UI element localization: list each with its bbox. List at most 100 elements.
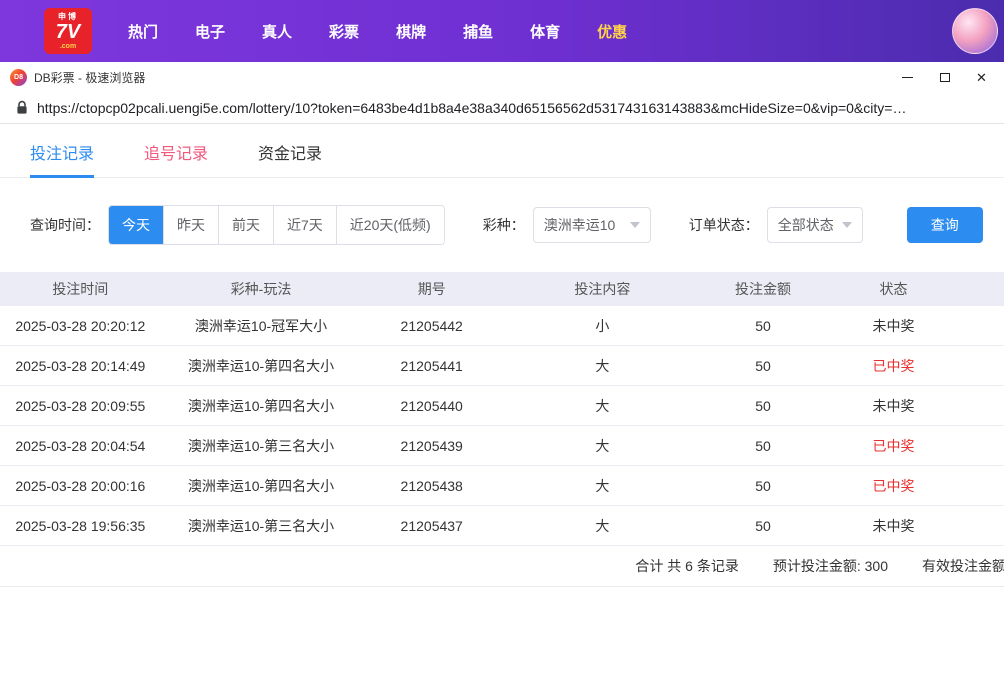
bet-content-cell: 小: [595, 317, 610, 334]
game-play-cell: 澳洲幸运10-冠军大小: [194, 317, 328, 334]
address-bar[interactable]: https://ctopcp02pcali.uengi5e.com/lotter…: [0, 92, 1004, 124]
window-controls: ✕: [889, 62, 1000, 92]
time-option-today[interactable]: 今天: [109, 206, 163, 244]
nav-item-slots[interactable]: 电子: [195, 21, 225, 42]
nav-item-promo[interactable]: 优惠: [597, 21, 627, 42]
window-title: DB彩票 - 极速浏览器: [34, 70, 146, 85]
time-option-last20days[interactable]: 近20天(低频): [335, 206, 444, 244]
chevron-down-icon: [841, 222, 852, 228]
issue-cell: 21205440: [400, 397, 463, 414]
filter-bar: 查询时间： 今天 昨天 前天 近7天 近20天(低频) 彩种： 澳洲幸运10 订…: [30, 205, 1004, 245]
summary-valid: 有效投注金额: [922, 558, 1004, 574]
table-row: 2025-03-28 20:09:55 澳洲幸运10-第四名大小 2120544…: [0, 386, 1004, 426]
col-bet-time: 投注时间: [52, 281, 109, 297]
status-cell: 已中奖: [872, 357, 915, 374]
query-button[interactable]: 查询: [906, 207, 983, 243]
lottery-select-value: 澳洲幸运10: [543, 217, 616, 233]
site-topbar: 申博 7V .com 热门 电子 真人 彩票 棋牌 捕鱼 体育 优惠: [0, 0, 1004, 62]
bet-amount-cell: 50: [755, 317, 771, 334]
table-header: 投注时间 彩种-玩法 期号 投注内容 投注金额 状态: [0, 272, 1004, 306]
game-play-cell: 澳洲幸运10-第四名大小: [187, 397, 335, 414]
record-tabs: 投注记录 追号记录 资金记录: [0, 124, 1004, 178]
summary-expected: 预计投注金额: 300: [772, 558, 888, 574]
chevron-down-icon: [629, 222, 640, 228]
maximize-button[interactable]: [926, 62, 963, 92]
col-bet-amount: 投注金额: [735, 281, 791, 297]
bet-amount-cell: 50: [755, 437, 771, 454]
table-row: 2025-03-28 20:04:54 澳洲幸运10-第三名大小 2120543…: [0, 426, 1004, 466]
col-status: 状态: [879, 281, 908, 297]
table-row: 2025-03-28 20:20:12 澳洲幸运10-冠军大小 21205442…: [0, 306, 1004, 346]
bet-amount-cell: 50: [755, 477, 771, 494]
lottery-select[interactable]: 澳洲幸运10: [532, 207, 651, 243]
nav-item-live[interactable]: 真人: [262, 21, 292, 42]
table-row: 2025-03-28 20:14:49 澳洲幸运10-第四名大小 2120544…: [0, 346, 1004, 386]
issue-cell: 21205437: [400, 517, 463, 534]
bet-records-table: 投注时间 彩种-玩法 期号 投注内容 投注金额 状态 2025-03-28 20…: [0, 272, 1004, 587]
order-status-select[interactable]: 全部状态: [766, 207, 863, 243]
minimize-button[interactable]: [889, 62, 926, 92]
window-titlebar: D8 DB彩票 - 极速浏览器 ✕: [0, 62, 1004, 92]
issue-cell: 21205439: [400, 437, 463, 454]
nav-item-cards[interactable]: 棋牌: [396, 21, 426, 42]
avatar[interactable]: [952, 8, 998, 54]
nav-item-lottery[interactable]: 彩票: [329, 21, 359, 42]
tab-chase-records[interactable]: 追号记录: [144, 140, 208, 177]
logo-brand-top: 申博: [58, 11, 78, 21]
site-nav: 热门 电子 真人 彩票 棋牌 捕鱼 体育 优惠: [128, 21, 627, 42]
bet-amount-cell: 50: [755, 517, 771, 534]
site-logo[interactable]: 申博 7V .com: [44, 8, 92, 54]
nav-item-sports[interactable]: 体育: [530, 21, 560, 42]
summary-total: 合计 共 6 条记录: [635, 558, 739, 574]
bet-time-cell: 2025-03-28 20:09:55: [15, 397, 146, 414]
bet-time-cell: 2025-03-28 20:00:16: [15, 477, 146, 494]
maximize-icon: [939, 72, 950, 82]
bet-content-cell: 大: [595, 397, 610, 414]
status-cell: 未中奖: [872, 517, 915, 534]
status-cell: 已中奖: [872, 437, 915, 454]
col-bet-content: 投注内容: [574, 281, 631, 297]
status-cell: 未中奖: [872, 317, 915, 334]
status-cell: 未中奖: [872, 397, 915, 414]
bet-amount-cell: 50: [755, 357, 771, 374]
game-play-cell: 澳洲幸运10-第三名大小: [187, 437, 335, 454]
time-filter-group: 今天 昨天 前天 近7天 近20天(低频): [108, 205, 445, 245]
table-row: 2025-03-28 20:00:16 澳洲幸运10-第四名大小 2120543…: [0, 466, 1004, 506]
time-option-last7days[interactable]: 近7天: [273, 206, 336, 244]
order-status-value: 全部状态: [777, 217, 834, 233]
bet-time-cell: 2025-03-28 20:04:54: [15, 437, 146, 454]
time-filter-label: 查询时间：: [30, 217, 100, 233]
logo-brand-sub: .com: [59, 42, 77, 50]
issue-cell: 21205438: [400, 477, 463, 494]
tab-bet-records[interactable]: 投注记录: [30, 140, 95, 178]
bet-content-cell: 大: [595, 477, 610, 494]
time-option-day-before[interactable]: 前天: [218, 206, 273, 244]
close-button[interactable]: ✕: [963, 62, 1000, 92]
table-summary: 合计 共 6 条记录 预计投注金额: 300 有效投注金额: [0, 546, 1004, 587]
bet-content-cell: 大: [595, 437, 610, 454]
bet-time-cell: 2025-03-28 20:14:49: [15, 357, 146, 374]
close-icon: ✕: [976, 69, 987, 85]
status-select-label: 订单状态：: [688, 217, 759, 233]
app-icon: D8: [10, 68, 27, 86]
bet-time-cell: 2025-03-28 20:20:12: [15, 317, 146, 334]
tab-fund-records[interactable]: 资金记录: [258, 140, 322, 177]
game-play-cell: 澳洲幸运10-第三名大小: [187, 517, 335, 534]
lock-icon: [16, 100, 28, 115]
issue-cell: 21205441: [400, 357, 463, 374]
game-play-cell: 澳洲幸运10-第四名大小: [187, 477, 335, 494]
col-issue: 期号: [417, 281, 446, 297]
status-cell: 已中奖: [872, 477, 915, 494]
bet-content-cell: 大: [595, 517, 610, 534]
bet-content-cell: 大: [595, 357, 610, 374]
col-game-play: 彩种-玩法: [230, 281, 292, 297]
table-row: 2025-03-28 19:56:35 澳洲幸运10-第三名大小 2120543…: [0, 506, 1004, 546]
nav-item-fishing[interactable]: 捕鱼: [463, 21, 493, 42]
logo-brand-main: 7V: [55, 20, 81, 43]
time-option-yesterday[interactable]: 昨天: [163, 206, 218, 244]
bet-amount-cell: 50: [755, 397, 771, 414]
nav-item-hot[interactable]: 热门: [128, 21, 158, 42]
game-play-cell: 澳洲幸运10-第四名大小: [187, 357, 335, 374]
issue-cell: 21205442: [400, 317, 463, 334]
url-text[interactable]: https://ctopcp02pcali.uengi5e.com/lotter…: [37, 100, 906, 116]
